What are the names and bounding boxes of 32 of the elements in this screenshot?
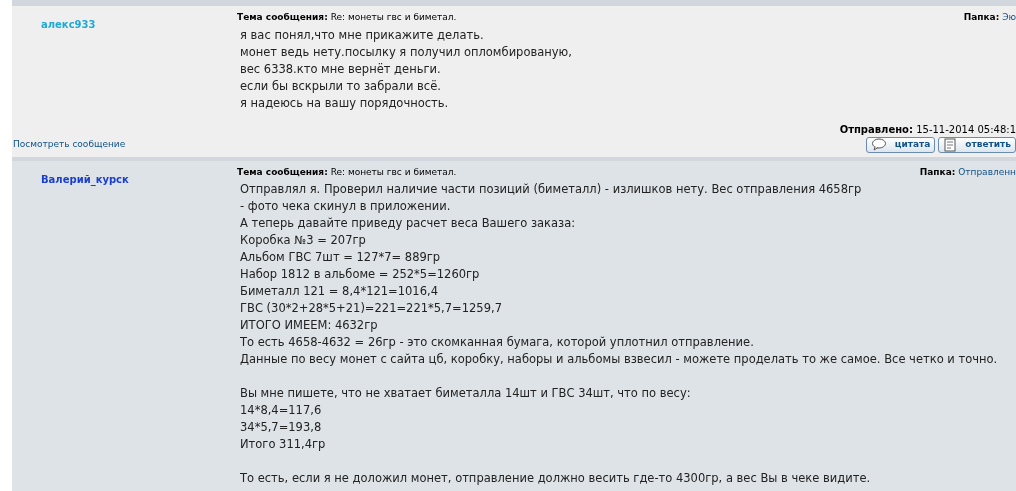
message-line: Отправлял я. Проверил наличие части позиций (биметалл) - излишков нету. Вес отправления 4658гр <box>240 181 863 198</box>
message-line: Данные по весу монет с сайта цб, коробку, наборы и альбомы взвесил - можете проделать то же самое. Все четко и точно. <box>240 351 999 368</box>
message-line: вес 6338.кто мне вернёт деньги. <box>240 60 442 78</box>
document-icon <box>943 137 958 152</box>
message-line: То есть 4658-4632 = 26гр - это скомканная бумага, которой уплотнил отправление. <box>240 334 755 351</box>
quote-button[interactable]: цитата <box>865 136 936 153</box>
message-line: То есть, если я не доложил монет, отправление должно весить где-то 4300гр, а вес Вы в чеке видите. <box>240 470 872 487</box>
message-line: - фото чека скинул в приложении. <box>240 198 452 215</box>
message-line: ГВС (30*2+28*5+21)=221=221*5,7=1259,7 <box>240 300 503 317</box>
message-line: Итого 311,4гр <box>240 436 327 453</box>
message-line: Биметалл 121 = 8,4*121=1016,4 <box>240 283 439 300</box>
message-line: Альбом ГВС 7шт = 127*7= 889гр <box>240 249 442 266</box>
message-subject: Тема сообщения: Re: монеты гвс и биметал. <box>237 165 457 179</box>
folder-label: Папка: Отправленн <box>919 165 1016 179</box>
message-line: А теперь давайте приведу расчет веса Вашего заказа: <box>240 215 577 232</box>
author-name[interactable]: Валерий_курск <box>41 173 129 185</box>
view-message-link[interactable]: Посмотреть сообщение <box>12 137 126 152</box>
message-line: ИТОГО ИМЕЕМ: 4632гр <box>240 317 379 334</box>
message-line: Набор 1812 в альбоме = 252*5=1260гр <box>240 266 481 283</box>
message-line: я надеюсь на вашу порядочность. <box>240 94 450 112</box>
folder-label: Папка: Эю <box>963 11 1016 25</box>
message-line: 34*5,7=193,8 <box>240 419 323 436</box>
message-line: если бы вскрыли то забрали всё. <box>240 77 442 95</box>
message-line: Вы мне пишете, что не хватает биметалла 14шт и ГВС 34шт, что по весу: <box>240 385 692 402</box>
message-line: 14*8,4=117,6 <box>240 402 323 419</box>
message-line: Коробка №3 = 207гр <box>240 232 367 249</box>
message-subject: Тема сообщения: Re: монеты гвс и биметал. <box>237 11 457 25</box>
speech-bubble-icon <box>870 138 887 152</box>
message-line: я вас понял,что мне прикажите делать. <box>240 26 485 44</box>
reply-button[interactable]: ответить <box>938 136 1016 153</box>
message-line: монет ведь нету.посылку я получил опломбированую, <box>240 43 573 61</box>
sent-date: Отправлено: 15-11-2014 05:48:1 <box>839 122 1016 137</box>
